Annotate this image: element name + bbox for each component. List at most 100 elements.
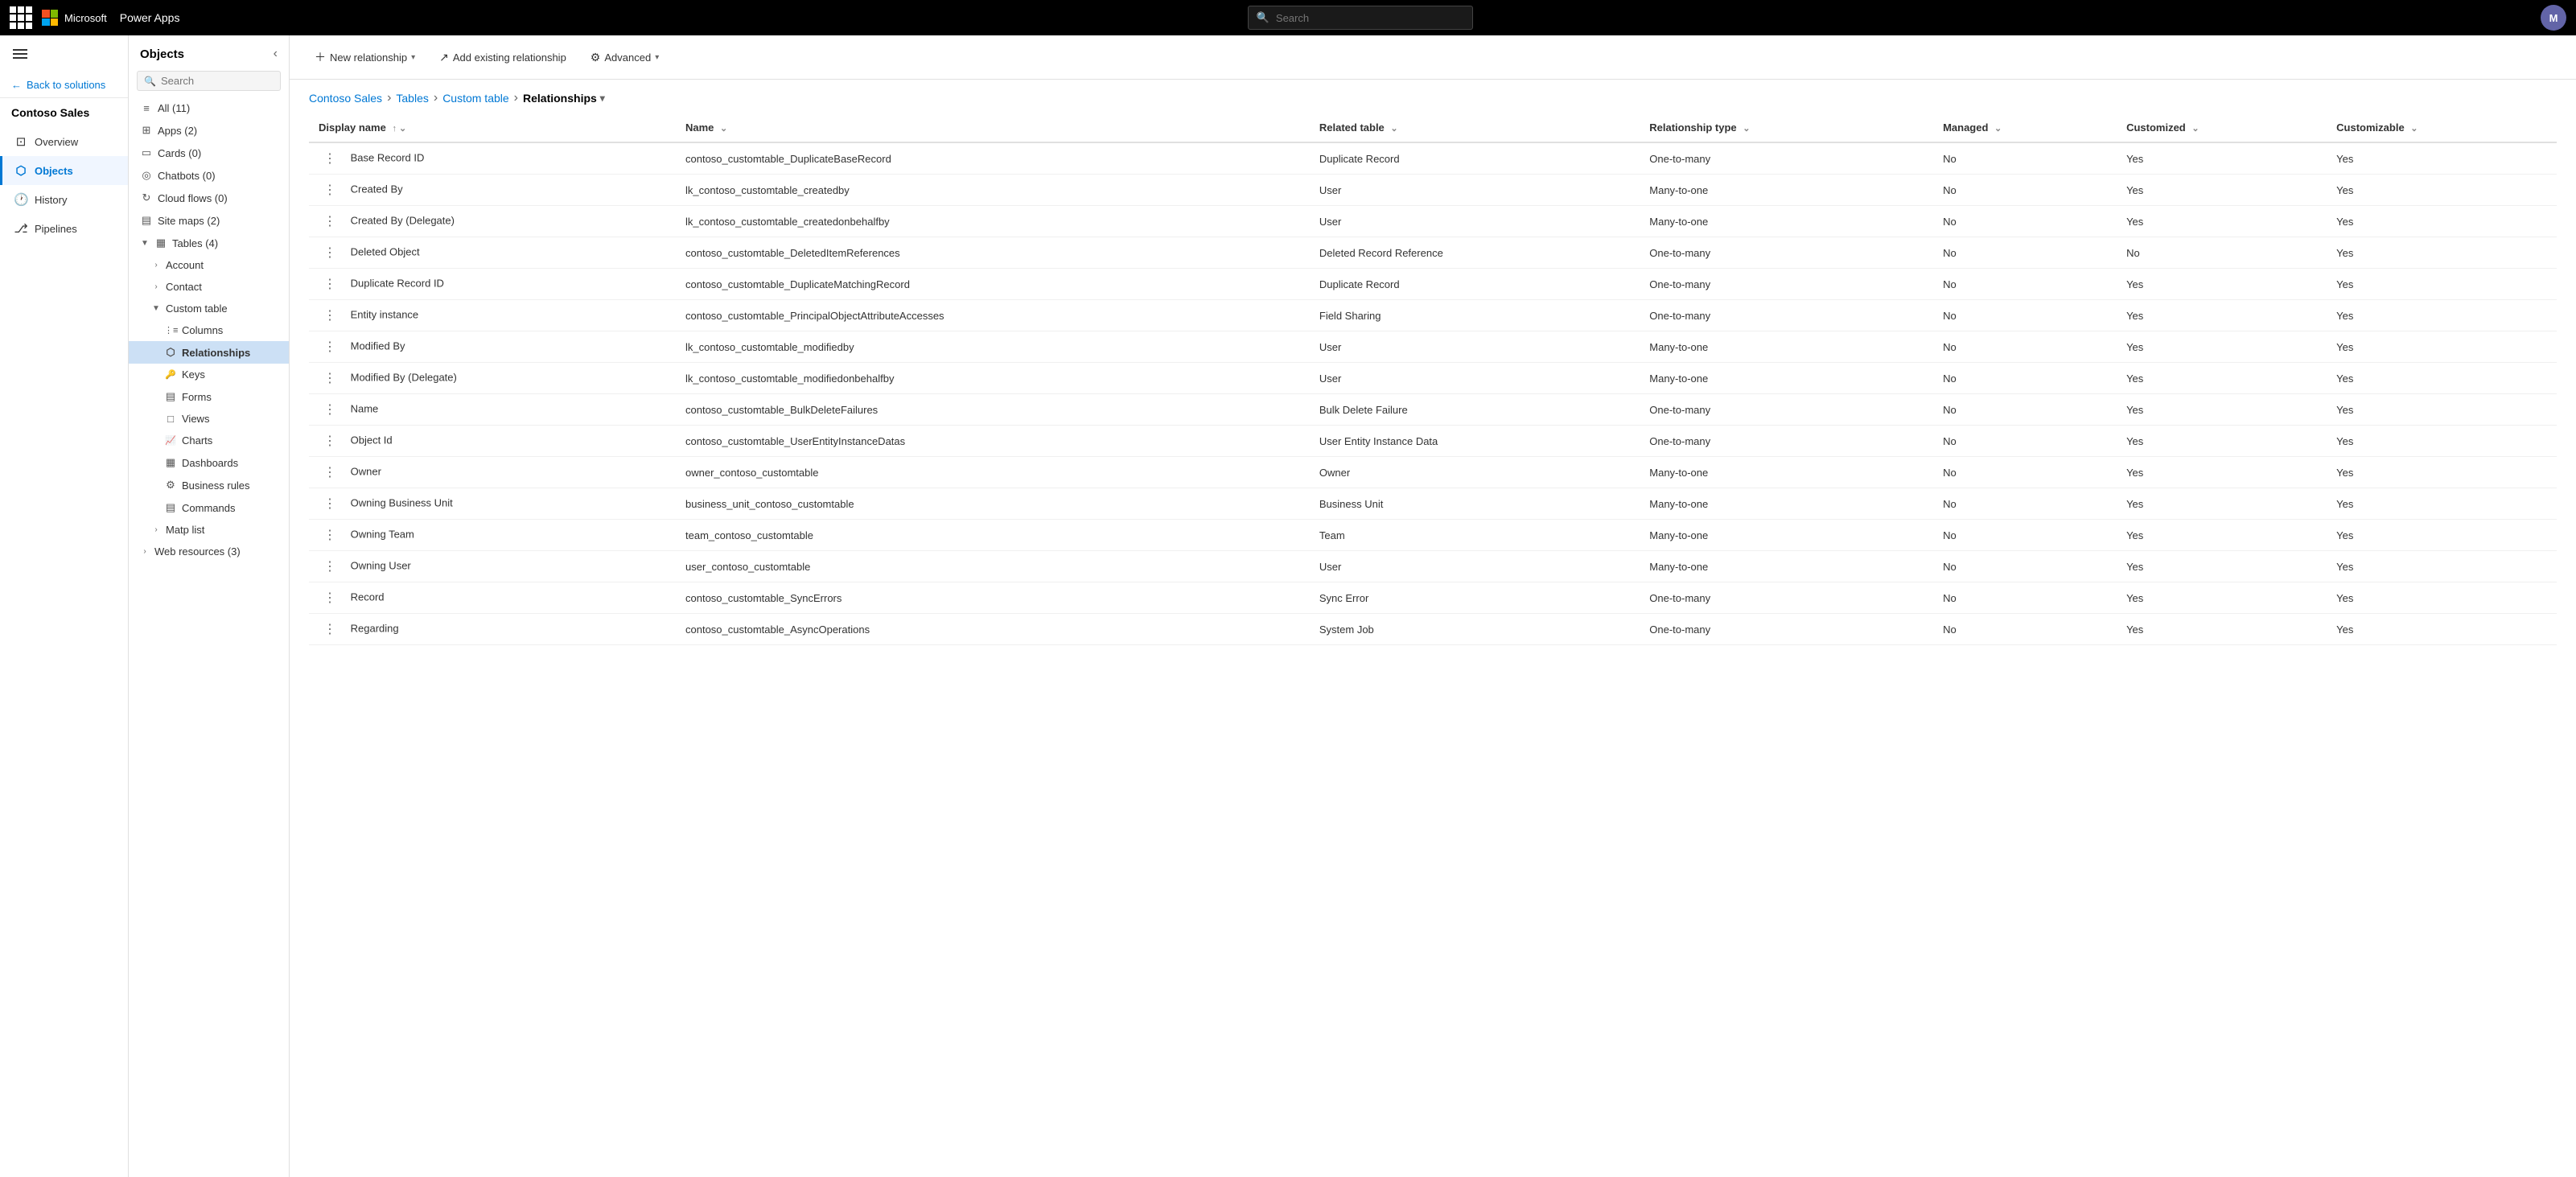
cell-customizable: Yes — [2327, 142, 2557, 175]
tree-item-tables[interactable]: ▼ ▦ Tables (4) — [129, 232, 289, 254]
tree-item-chatbots[interactable]: ◎ Chatbots (0) — [129, 164, 289, 187]
table-row[interactable]: ⋮ Entity instance contoso_customtable_Pr… — [309, 300, 2557, 331]
nav-item-objects[interactable]: ⬡ Objects — [0, 156, 128, 185]
tree-item-forms[interactable]: ▤ Forms — [129, 385, 289, 408]
tree-item-all[interactable]: ≡ All (11) — [129, 97, 289, 119]
back-to-solutions[interactable]: ← Back to solutions — [0, 72, 128, 98]
breadcrumb-customtable[interactable]: Custom table — [442, 92, 508, 105]
tree-item-relationships[interactable]: ⬡ Relationships — [129, 341, 289, 364]
search-input[interactable] — [1276, 12, 1464, 24]
tree-item-account[interactable]: › Account — [129, 254, 289, 276]
col-header-customizable[interactable]: Customizable ⌄ — [2327, 113, 2557, 142]
tree-item-maplist[interactable]: › Matp list — [129, 519, 289, 541]
breadcrumb-current-chevron[interactable]: ▾ — [600, 93, 605, 104]
row-menu[interactable]: ⋮ — [319, 527, 341, 544]
col-header-relationship-type[interactable]: Relationship type ⌄ — [1640, 113, 1933, 142]
sort-display-icon: ↑ ⌄ — [392, 124, 406, 134]
search-bar[interactable]: 🔍 — [1248, 6, 1473, 30]
cell-managed: No — [1933, 614, 2117, 645]
tree-item-webresources[interactable]: › Web resources (3) — [129, 541, 289, 562]
tree-item-commands[interactable]: ▤ Commands — [129, 496, 289, 519]
row-menu[interactable]: ⋮ — [319, 370, 341, 387]
advanced-button[interactable]: ⚙ Advanced ▾ — [580, 45, 669, 70]
hamburger-button[interactable] — [0, 35, 128, 72]
col-header-name[interactable]: Name ⌄ — [676, 113, 1310, 142]
cell-name: contoso_customtable_UserEntityInstanceDa… — [676, 426, 1310, 457]
row-menu[interactable]: ⋮ — [319, 213, 341, 230]
table-row[interactable]: ⋮ Modified By lk_contoso_customtable_mod… — [309, 331, 2557, 363]
table-row[interactable]: ⋮ Base Record ID contoso_customtable_Dup… — [309, 142, 2557, 175]
row-menu[interactable]: ⋮ — [319, 433, 341, 450]
tree-item-contact[interactable]: › Contact — [129, 276, 289, 298]
table-row[interactable]: ⋮ Owning User user_contoso_customtable U… — [309, 551, 2557, 582]
tree-item-views[interactable]: □ Views — [129, 408, 289, 430]
tree-item-columns[interactable]: ⋮≡ Columns — [129, 319, 289, 341]
maplist-expand-icon[interactable]: › — [151, 525, 161, 534]
webresources-expand-icon[interactable]: › — [140, 547, 150, 556]
table-row[interactable]: ⋮ Created By (Delegate) lk_contoso_custo… — [309, 206, 2557, 237]
new-relationship-button[interactable]: ＋ New relationship ▾ — [304, 43, 426, 71]
customtable-expand-icon[interactable]: ▼ — [151, 304, 161, 313]
tree-item-cards[interactable]: ▭ Cards (0) — [129, 142, 289, 164]
row-menu[interactable]: ⋮ — [319, 276, 341, 293]
tree-item-charts[interactable]: 📈 Charts — [129, 430, 289, 451]
tree-label-keys: Keys — [182, 368, 205, 381]
table-row[interactable]: ⋮ Record contoso_customtable_SyncErrors … — [309, 582, 2557, 614]
table-row[interactable]: ⋮ Owner owner_contoso_customtable Owner … — [309, 457, 2557, 488]
table-row[interactable]: ⋮ Regarding contoso_customtable_AsyncOpe… — [309, 614, 2557, 645]
apps-icon[interactable] — [10, 6, 32, 29]
cloudflows-icon: ↻ — [140, 191, 153, 204]
avatar[interactable]: M — [2541, 5, 2566, 31]
row-menu[interactable]: ⋮ — [319, 464, 341, 481]
breadcrumb-current-label: Relationships — [523, 92, 597, 105]
row-menu[interactable]: ⋮ — [319, 182, 341, 199]
row-menu[interactable]: ⋮ — [319, 590, 341, 607]
row-menu[interactable]: ⋮ — [319, 245, 341, 261]
add-existing-relationship-button[interactable]: ↗ Add existing relationship — [429, 45, 577, 70]
table-row[interactable]: ⋮ Created By lk_contoso_customtable_crea… — [309, 175, 2557, 206]
table-row[interactable]: ⋮ Owning Business Unit business_unit_con… — [309, 488, 2557, 520]
tree-item-sitemaps[interactable]: ▤ Site maps (2) — [129, 209, 289, 232]
relationships-table-container: Display name ↑ ⌄ Name ⌄ Related table ⌄ — [290, 113, 2576, 1177]
row-menu[interactable]: ⋮ — [319, 558, 341, 575]
tree-label-businessrules: Business rules — [182, 479, 250, 492]
breadcrumb-tables[interactable]: Tables — [396, 92, 428, 105]
tree-item-cloudflows[interactable]: ↻ Cloud flows (0) — [129, 187, 289, 209]
row-menu[interactable]: ⋮ — [319, 150, 341, 167]
table-row[interactable]: ⋮ Duplicate Record ID contoso_customtabl… — [309, 269, 2557, 300]
table-row[interactable]: ⋮ Object Id contoso_customtable_UserEnti… — [309, 426, 2557, 457]
row-menu[interactable]: ⋮ — [319, 496, 341, 512]
tree-item-apps[interactable]: ⊞ Apps (2) — [129, 119, 289, 142]
tree-item-customtable[interactable]: ▼ Custom table — [129, 298, 289, 319]
row-menu[interactable]: ⋮ — [319, 401, 341, 418]
col-header-customized[interactable]: Customized ⌄ — [2117, 113, 2327, 142]
cell-customized: No — [2117, 237, 2327, 269]
cell-display-name: ⋮ Regarding — [309, 614, 676, 645]
collapse-panel-button[interactable]: ‹ — [274, 47, 278, 61]
col-header-related-table[interactable]: Related table ⌄ — [1310, 113, 1640, 142]
row-menu[interactable]: ⋮ — [319, 339, 341, 356]
table-row[interactable]: ⋮ Deleted Object contoso_customtable_Del… — [309, 237, 2557, 269]
microsoft-label: Microsoft — [64, 12, 107, 24]
objects-search-input[interactable] — [161, 75, 274, 87]
nav-item-history[interactable]: 🕐 History — [0, 185, 128, 214]
tree-item-businessrules[interactable]: ⚙ Business rules — [129, 474, 289, 496]
tree-item-dashboards[interactable]: ▦ Dashboards — [129, 451, 289, 474]
table-row[interactable]: ⋮ Modified By (Delegate) lk_contoso_cust… — [309, 363, 2557, 394]
row-menu[interactable]: ⋮ — [319, 307, 341, 324]
cell-managed: No — [1933, 520, 2117, 551]
nav-item-pipelines[interactable]: ⎇ Pipelines — [0, 214, 128, 243]
objects-search-bar[interactable]: 🔍 — [137, 71, 281, 91]
nav-item-overview[interactable]: ⊡ Overview — [0, 127, 128, 156]
tables-expand-icon[interactable]: ▼ — [140, 239, 150, 248]
cell-managed: No — [1933, 300, 2117, 331]
table-row[interactable]: ⋮ Owning Team team_contoso_customtable T… — [309, 520, 2557, 551]
table-row[interactable]: ⋮ Name contoso_customtable_BulkDeleteFai… — [309, 394, 2557, 426]
tree-item-keys[interactable]: 🔑 Keys — [129, 364, 289, 385]
col-header-managed[interactable]: Managed ⌄ — [1933, 113, 2117, 142]
contact-expand-icon[interactable]: › — [151, 282, 161, 291]
account-expand-icon[interactable]: › — [151, 261, 161, 270]
row-menu[interactable]: ⋮ — [319, 621, 341, 638]
breadcrumb-contoso[interactable]: Contoso Sales — [309, 92, 382, 105]
col-header-display-name[interactable]: Display name ↑ ⌄ — [309, 113, 676, 142]
